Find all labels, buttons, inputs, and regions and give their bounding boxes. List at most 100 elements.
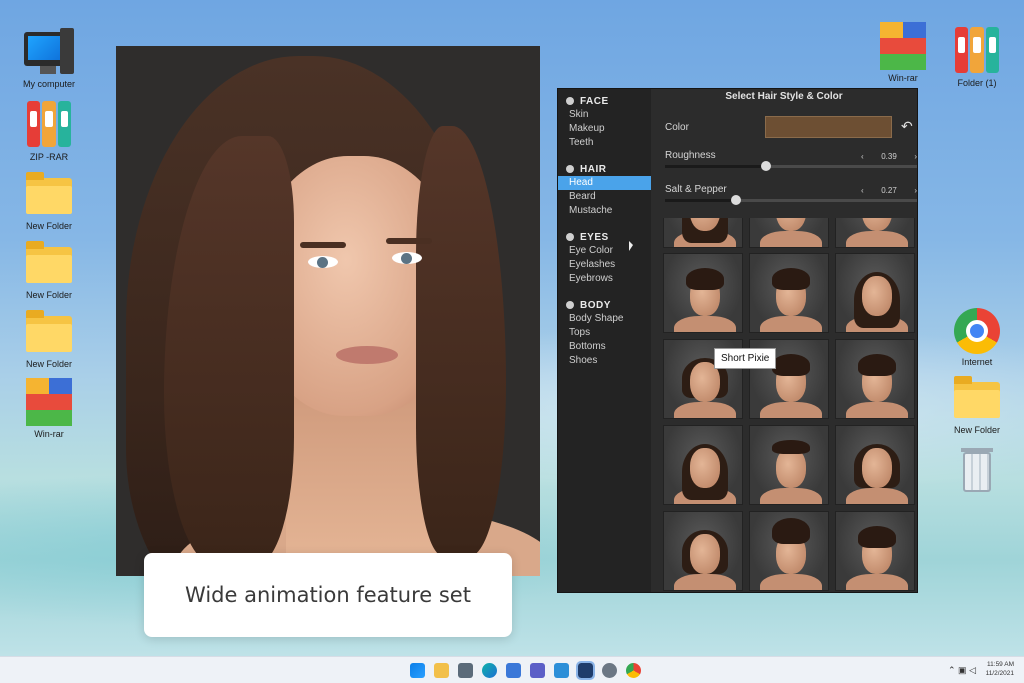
roughness-value: 0.39 [881,151,897,161]
desktop-icon-my-computer[interactable]: My computer [12,28,86,89]
desktop-icon-label: New Folder [25,290,72,300]
hair-style-tile[interactable] [749,253,829,333]
store-icon[interactable] [506,663,521,678]
hair-style-tile[interactable] [663,511,743,591]
network-icon[interactable]: ▣ [958,665,967,675]
section-eyes: EYES Eye Color Eyelashes Eyebrows [558,230,651,286]
desktop-icon-label: Folder (1) [957,78,997,88]
hair-style-tile[interactable] [663,218,743,248]
salt-pepper-stepper[interactable]: ‹ 0.27 › [861,184,917,196]
desktop-icon-new-folder[interactable]: New Folder [12,239,86,300]
chevron-right-icon[interactable]: › [914,186,917,195]
roughness-slider-handle[interactable] [761,161,771,171]
salt-pepper-slider-handle[interactable] [731,195,741,205]
section-hair: HAIR Head Beard Mustache [558,162,651,218]
sidebar-item-eyelashes[interactable]: Eyelashes [558,258,651,272]
hair-style-grid [663,218,915,592]
sidebar-item-beard[interactable]: Beard [558,190,651,204]
folder-icon [24,170,74,218]
section-face: FACE Skin Makeup Teeth [558,94,651,150]
volume-icon[interactable]: ◁ [969,665,976,675]
chevron-right-icon[interactable]: › [914,152,917,161]
desktop-icon-label: New Folder [25,221,72,231]
folder-icon [952,374,1002,422]
sidebar-item-mustache[interactable]: Mustache [558,204,651,218]
desktop-icon-label: Win-rar [34,429,64,439]
sidebar-item-tops[interactable]: Tops [558,326,651,340]
desktop-icon-new-folder[interactable]: New Folder [940,374,1014,435]
computer-icon [24,28,74,76]
chevron-left-icon[interactable]: ‹ [861,186,864,195]
sidebar-item-eye-color[interactable]: Eye Color [558,244,651,258]
face-icon [566,97,574,105]
hair-style-tile[interactable] [749,218,829,248]
undo-icon[interactable]: ↶ [901,118,913,135]
hair-style-tile[interactable] [663,425,743,505]
hair-style-tile[interactable] [835,511,915,591]
hair-style-tile[interactable] [749,425,829,505]
folder-icon [24,308,74,356]
desktop-icon-winrar[interactable]: Win-rar [12,378,86,439]
hair-editor-window: FACE Skin Makeup Teeth HAIR Head Beard M… [557,88,918,593]
roughness-stepper[interactable]: ‹ 0.39 › [861,150,917,162]
hair-style-tile[interactable] [835,339,915,419]
mouse-cursor-icon [629,241,633,251]
desktop-icon-winrar[interactable]: Win-rar [866,22,940,83]
hair-style-tile[interactable] [835,218,915,248]
system-tray[interactable]: ⌃ ▣ ◁ [948,665,976,676]
hair-style-tile[interactable] [835,253,915,333]
desktop-icon-new-folder[interactable]: New Folder [12,308,86,369]
archive-books-icon [24,101,74,149]
hair-style-tile[interactable] [835,425,915,505]
desktop-icon-label: Win-rar [888,73,918,83]
salt-pepper-slider[interactable] [665,195,917,205]
feature-caption: Wide animation feature set [144,553,512,637]
sidebar-item-eyebrows[interactable]: Eyebrows [558,272,651,286]
section-title: EYES [580,231,609,243]
app-editor-icon[interactable] [576,661,595,680]
hair-style-tile[interactable] [749,511,829,591]
sidebar-item-head[interactable]: Head [558,176,651,190]
start-icon[interactable] [410,663,425,678]
edge-icon[interactable] [482,663,497,678]
desktop-icon-recycle-bin[interactable] [940,448,1014,499]
chevron-up-icon[interactable]: ⌃ [948,665,956,675]
sidebar-item-skin[interactable]: Skin [558,108,651,122]
hair-style-tile[interactable] [663,253,743,333]
section-title: FACE [580,95,609,107]
sidebar-item-bottoms[interactable]: Bottoms [558,340,651,354]
taskbar: ⌃ ▣ ◁ 11:59 AM 11/2/2021 [0,656,1024,683]
photos-icon[interactable] [554,663,569,678]
hair-color-swatch[interactable] [765,116,892,138]
hair-style-tooltip: Short Pixie [714,348,777,369]
camera-icon[interactable] [458,663,473,678]
desktop-icon-label: Internet [961,357,993,367]
desktop-icon-label: My computer [22,79,75,89]
teams-icon[interactable] [530,663,545,678]
sidebar-item-teeth[interactable]: Teeth [558,136,651,150]
file-explorer-icon[interactable] [434,663,449,678]
chrome-taskbar-icon[interactable] [626,663,641,678]
desktop-icon-folder-1[interactable]: Folder (1) [940,27,1014,88]
chevron-left-icon[interactable]: ‹ [861,152,864,161]
sidebar-item-body-shape[interactable]: Body Shape [558,312,651,326]
desktop-icon-label: New Folder [953,425,1000,435]
section-body: BODY Body Shape Tops Bottoms Shoes [558,298,651,368]
desktop-icon-internet[interactable]: Internet [940,306,1014,367]
panel-title: Select Hair Style & Color [725,91,843,102]
hair-settings-panel: Select Hair Style & Color Color ↶ Roughn… [651,89,917,592]
clock-time: 11:59 AM [987,661,1014,668]
settings-icon[interactable] [602,663,617,678]
roughness-slider[interactable] [665,161,917,171]
slider-label-salt-pepper: Salt & Pepper [665,184,727,195]
sidebar-item-makeup[interactable]: Makeup [558,122,651,136]
desktop-icon-zip-rar[interactable]: ZIP -RAR [12,101,86,162]
clock[interactable]: 11:59 AM 11/2/2021 [986,660,1014,678]
eye-icon [566,233,574,241]
winrar-icon [24,378,74,426]
slider-label-roughness: Roughness [665,150,716,161]
desktop-icon-new-folder[interactable]: New Folder [12,170,86,231]
sidebar-item-shoes[interactable]: Shoes [558,354,651,368]
section-title: BODY [580,299,611,311]
hair-icon [566,165,574,173]
